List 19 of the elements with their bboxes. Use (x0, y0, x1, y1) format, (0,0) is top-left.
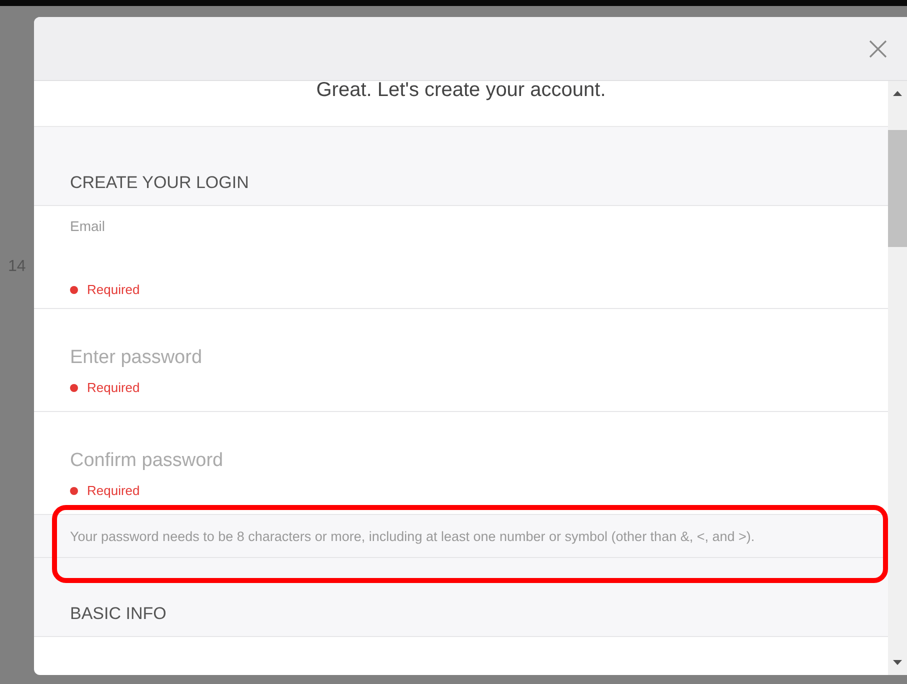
error-dot-icon (70, 286, 78, 294)
input-field[interactable]: Confirm password (70, 450, 852, 472)
scrollbar-thumb[interactable] (888, 130, 907, 247)
error-message: Required (87, 380, 140, 395)
input-field[interactable]: Enter password (70, 347, 852, 369)
scroll-down-icon[interactable] (893, 660, 902, 665)
error-dot-icon (70, 384, 78, 392)
error-message: Required (87, 282, 140, 297)
scrollbar[interactable] (888, 81, 907, 675)
section-title: CREATE YOUR LOGIN (70, 173, 249, 193)
section-title: BASIC INFO (70, 604, 166, 624)
error-dot-icon (70, 486, 78, 494)
error-message: Required (87, 483, 140, 498)
close-button[interactable] (867, 38, 889, 60)
close-icon (867, 38, 889, 60)
field-label: Email (70, 218, 106, 234)
scroll-up-icon[interactable] (893, 91, 902, 96)
dialog-title: Great. Let's create your account. (316, 81, 606, 103)
password-hint: Your password needs to be 8 characters or more, including at least one number or symbol (other than &, <, and >). (70, 528, 755, 544)
